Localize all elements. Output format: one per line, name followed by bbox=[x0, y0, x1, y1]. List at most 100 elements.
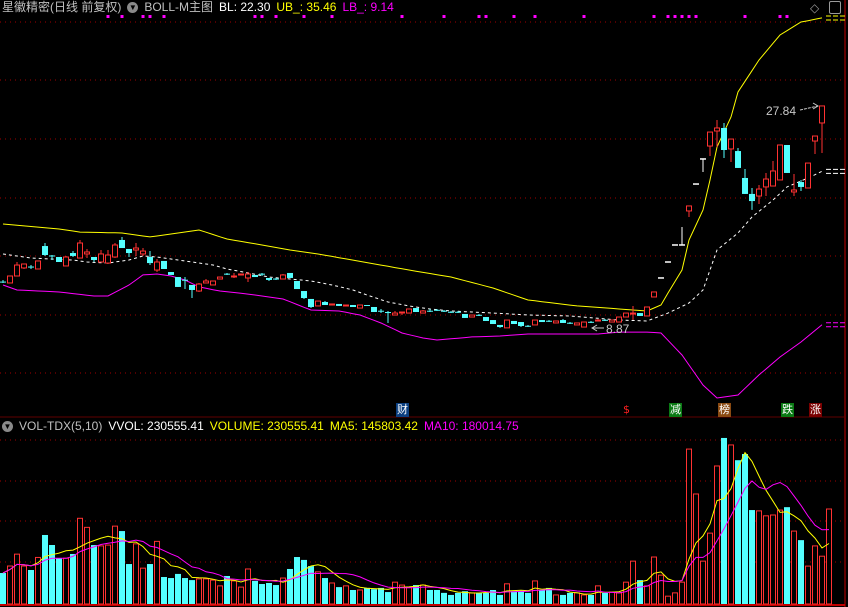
volume-bar-down bbox=[560, 594, 566, 604]
volume-bar-up bbox=[210, 579, 216, 605]
event-dot bbox=[743, 15, 747, 18]
candle-body-up bbox=[329, 303, 335, 306]
candle-body-up bbox=[805, 162, 811, 189]
event-marker-0[interactable]: 财 bbox=[396, 403, 409, 417]
candle-body-down bbox=[28, 266, 34, 268]
volume-bar-up bbox=[63, 557, 69, 605]
volume-bar-down bbox=[252, 580, 258, 604]
volume-bar-down bbox=[735, 460, 741, 604]
stock-chart[interactable] bbox=[0, 0, 848, 607]
candle-body-down bbox=[476, 314, 482, 316]
candle-body-down bbox=[434, 309, 440, 311]
volume-bar-up bbox=[616, 592, 622, 605]
event-dot bbox=[106, 15, 110, 18]
candle-body-up bbox=[532, 319, 538, 326]
volume-bar-up bbox=[14, 553, 20, 605]
stock-title: 星徽精密(日线 前复权) bbox=[2, 0, 122, 14]
event-marker-5[interactable]: 涨 bbox=[809, 403, 822, 417]
volume-bar-up bbox=[357, 589, 363, 605]
volume-bar-up bbox=[133, 543, 139, 605]
high-arrow-head bbox=[812, 102, 819, 110]
volume-bar-down bbox=[511, 591, 517, 604]
candle-body-down bbox=[0, 281, 6, 283]
candle-body-down bbox=[742, 177, 748, 194]
candle-body-down bbox=[448, 311, 454, 313]
event-marker-1[interactable]: $ bbox=[620, 403, 633, 417]
indicator-name[interactable]: BOLL-M主图 bbox=[144, 0, 213, 14]
event-marker-3[interactable]: 榜 bbox=[718, 403, 731, 417]
chevron-down-circle-icon[interactable]: ▼ bbox=[127, 1, 139, 13]
candle-body-up bbox=[357, 304, 363, 309]
event-dot bbox=[442, 15, 446, 18]
volume-bar-down bbox=[175, 573, 181, 604]
volume-indicator-name[interactable]: VOL-TDX(5,10) bbox=[19, 419, 102, 433]
candle-body-up bbox=[63, 256, 69, 267]
volume-bar-up bbox=[623, 581, 629, 605]
candle-body-up bbox=[133, 247, 139, 251]
candle-body-up bbox=[595, 319, 601, 322]
candle-body-down bbox=[294, 281, 300, 290]
candle-body-down bbox=[273, 278, 279, 280]
volume-bar-up bbox=[665, 595, 671, 605]
volume-bar-down bbox=[287, 568, 293, 604]
candle-body-down bbox=[539, 320, 545, 323]
volume-bar-up bbox=[98, 545, 104, 605]
candle-body-down bbox=[259, 273, 265, 275]
event-dot bbox=[330, 15, 334, 18]
volume-bar-up bbox=[532, 580, 538, 605]
candle-body-up bbox=[756, 188, 762, 197]
event-dot bbox=[120, 15, 124, 18]
candle-body-down bbox=[546, 320, 552, 322]
volume-bar-down bbox=[546, 587, 552, 604]
event-marker-2[interactable]: 减 bbox=[669, 403, 682, 417]
candle-body-down bbox=[56, 256, 62, 263]
boll-lower-line bbox=[2, 273, 823, 399]
volume-bar-down bbox=[798, 540, 804, 604]
event-marker-4[interactable]: 跌 bbox=[781, 403, 794, 417]
candle-body-down bbox=[49, 255, 55, 257]
volume-bar-up bbox=[826, 508, 832, 605]
event-dot bbox=[582, 15, 586, 18]
ma10-value: MA10: 180014.75 bbox=[423, 419, 519, 433]
volume-bar-up bbox=[630, 560, 636, 605]
volume-bar-up bbox=[469, 592, 475, 605]
volume-bar-down bbox=[56, 558, 62, 604]
candle-body-up bbox=[812, 135, 818, 142]
volume-bar-down bbox=[539, 589, 545, 604]
event-dot bbox=[302, 15, 306, 18]
diamond-icon[interactable]: ◇ bbox=[810, 1, 819, 15]
volume-bar-down bbox=[364, 587, 370, 604]
candle-body-down bbox=[287, 272, 293, 278]
volume-bar-up bbox=[679, 581, 685, 605]
event-dot bbox=[512, 15, 516, 18]
candle-body-down bbox=[462, 313, 468, 318]
candle-body-down bbox=[308, 298, 314, 307]
candle-body-up bbox=[420, 310, 426, 314]
candle-body-down bbox=[385, 312, 391, 314]
volume-bar-down bbox=[301, 559, 307, 604]
candle-body-down bbox=[560, 320, 566, 323]
candle-body-up bbox=[98, 253, 104, 263]
candle-body-down bbox=[588, 321, 594, 323]
volume-bar-down bbox=[567, 592, 573, 604]
candle-body-up bbox=[714, 127, 720, 132]
boll-lower-value: LB_: 9.14 bbox=[342, 0, 394, 14]
candle-body-up bbox=[112, 244, 118, 258]
main-chart-header: 星徽精密(日线 前复权) ▼ BOLL-M主图 BL: 22.30 UB_: 3… bbox=[2, 0, 394, 14]
volume-bar-down bbox=[637, 580, 643, 604]
volume-bar-down bbox=[497, 594, 503, 604]
candle-body-up bbox=[651, 291, 657, 298]
event-dot bbox=[477, 15, 481, 18]
candle-body-up bbox=[210, 280, 216, 286]
panel-toggle-icon[interactable] bbox=[829, 1, 841, 14]
volume-bar-up bbox=[231, 580, 237, 605]
volume-bar-down bbox=[427, 589, 433, 604]
candle-body-down bbox=[567, 322, 573, 324]
volume-bar-down bbox=[308, 566, 314, 604]
volume-bar-down bbox=[721, 437, 727, 604]
chevron-down-circle-icon[interactable]: ▼ bbox=[2, 420, 13, 432]
candle-body-up bbox=[581, 321, 587, 328]
candle-body-up bbox=[196, 283, 202, 292]
candle-body-down bbox=[147, 256, 153, 264]
volume-bar-up bbox=[84, 526, 90, 605]
